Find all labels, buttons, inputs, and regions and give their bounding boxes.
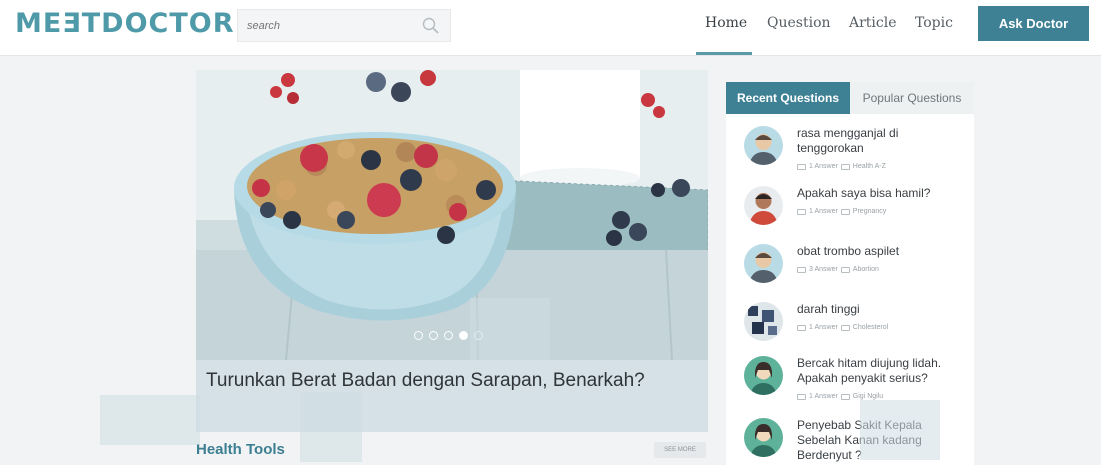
tab-popular-questions[interactable]: Popular Questions xyxy=(850,82,974,114)
question-title[interactable]: obat trombo aspilet xyxy=(797,244,967,259)
question-meta: 3 Answer Abortion xyxy=(797,266,879,273)
avatar xyxy=(744,418,783,457)
folder-icon xyxy=(840,208,850,215)
slider-dot-3[interactable] xyxy=(444,331,453,340)
question-meta: 1 Answer Cholesterol xyxy=(797,324,888,331)
tab-recent-questions[interactable]: Recent Questions xyxy=(726,82,850,114)
folder-icon xyxy=(840,393,850,400)
comment-icon xyxy=(797,208,806,215)
question-title[interactable]: Bercak hitam diujung lidah. Apakah penya… xyxy=(797,356,967,386)
nav-question[interactable]: Question xyxy=(767,15,831,31)
comment-icon xyxy=(797,324,806,331)
avatar xyxy=(744,126,783,165)
see-more-button[interactable]: SEE MORE xyxy=(654,442,706,458)
nav-home[interactable]: Home xyxy=(705,15,747,31)
question-title[interactable]: rasa mengganjal di tenggorokan xyxy=(797,126,967,156)
question-title[interactable]: Apakah saya bisa hamil? xyxy=(797,186,967,201)
avatar xyxy=(744,356,783,395)
top-header: MEƎTDOCTOR Home Question Article Topic A… xyxy=(0,0,1101,56)
avatar xyxy=(744,186,783,225)
watermark-block xyxy=(860,400,940,460)
site-logo[interactable]: MEƎTDOCTOR xyxy=(15,8,235,39)
avatar xyxy=(744,244,783,283)
search-icon[interactable] xyxy=(422,17,440,35)
search-input[interactable] xyxy=(238,10,418,41)
hero-caption[interactable]: Turunkan Berat Badan dengan Sarapan, Ben… xyxy=(206,370,645,392)
active-nav-indicator xyxy=(696,52,752,55)
comment-icon xyxy=(797,266,806,273)
hero-slider[interactable]: Turunkan Berat Badan dengan Sarapan, Ben… xyxy=(196,70,708,432)
nav-topic[interactable]: Topic xyxy=(915,15,953,31)
slider-dot-4[interactable] xyxy=(459,331,468,340)
health-tools-title: Health Tools xyxy=(196,441,285,458)
slider-dot-2[interactable] xyxy=(429,331,438,340)
search-box xyxy=(237,9,451,42)
avatar xyxy=(744,302,783,341)
slider-dot-1[interactable] xyxy=(414,331,423,340)
question-meta: 1 Answer Pregnancy xyxy=(797,208,886,215)
question-meta: 1 Answer Gigi Ngilu xyxy=(797,393,883,400)
comment-icon xyxy=(797,393,806,400)
ask-doctor-button[interactable]: Ask Doctor xyxy=(978,6,1089,41)
question-meta: 1 Answer Health A-Z xyxy=(797,163,886,170)
folder-icon xyxy=(840,324,850,331)
watermark-block xyxy=(100,395,200,445)
watermark-block xyxy=(470,298,550,360)
comment-icon xyxy=(797,163,806,170)
nav-article[interactable]: Article xyxy=(849,15,897,31)
watermark-block xyxy=(300,392,362,462)
question-title[interactable]: darah tinggi xyxy=(797,302,967,317)
folder-icon xyxy=(840,266,850,273)
folder-icon xyxy=(840,163,850,170)
